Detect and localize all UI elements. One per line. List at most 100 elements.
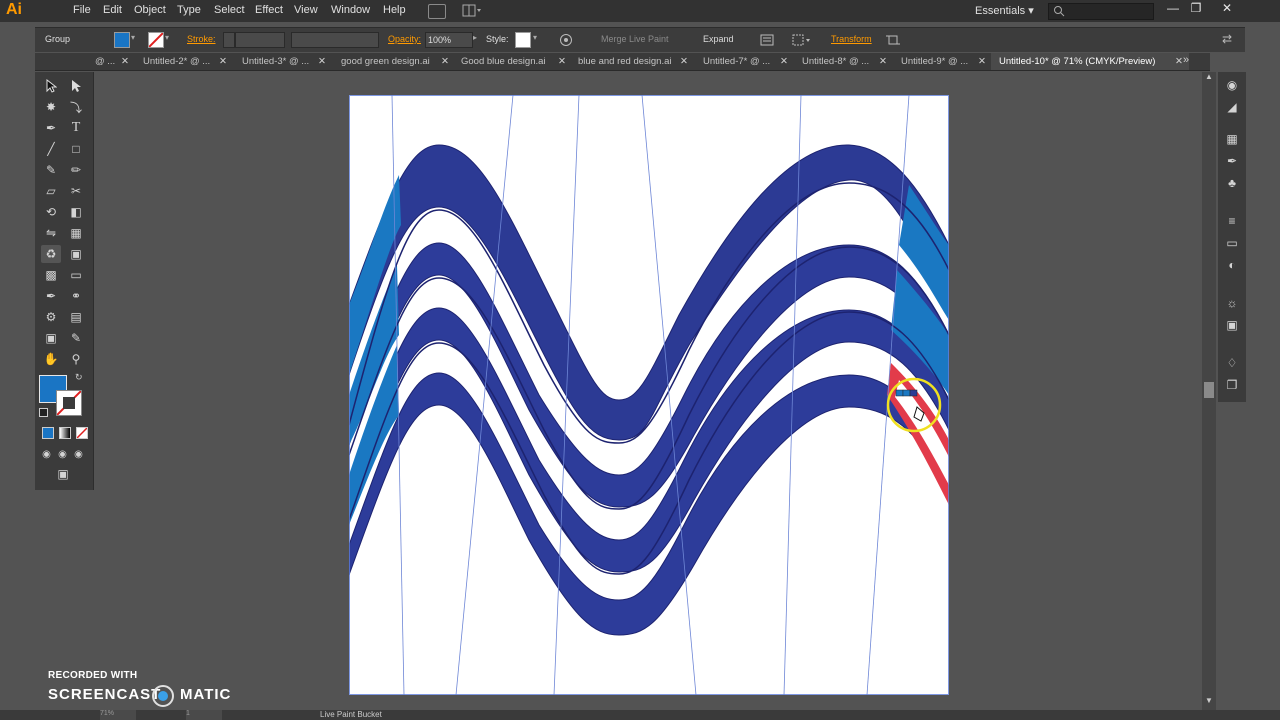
- draw-normal-icon[interactable]: ◉: [39, 445, 54, 463]
- rotate-tool-icon[interactable]: ⟲: [41, 203, 61, 221]
- workspace-switcher[interactable]: Essentials ▾: [975, 4, 1034, 17]
- pencil-tool-icon[interactable]: ✏: [66, 161, 86, 179]
- minimize-button[interactable]: —: [1164, 1, 1182, 15]
- close-icon[interactable]: ✕: [318, 53, 326, 70]
- scale-tool-icon[interactable]: ◧: [66, 203, 86, 221]
- live-paint-bucket-tool-icon[interactable]: ♻: [41, 245, 61, 263]
- lasso-tool-icon[interactable]: ⤵: [66, 98, 86, 116]
- tab-untitled-8[interactable]: Untitled-8* @ ... ✕: [802, 53, 887, 70]
- panel-menu-icon[interactable]: ⇄: [1222, 32, 1232, 46]
- stroke-color-swatch[interactable]: [56, 390, 82, 416]
- gradient-mode-icon[interactable]: [59, 427, 71, 439]
- close-icon[interactable]: ✕: [1175, 53, 1183, 70]
- tab-blue-and-red-design[interactable]: blue and red design.ai ✕: [578, 53, 689, 70]
- scroll-up-icon[interactable]: ▲: [1205, 72, 1213, 81]
- rectangle-tool-icon[interactable]: □: [66, 140, 86, 158]
- hand-tool-icon[interactable]: ✋: [41, 350, 61, 368]
- column-graph-tool-icon[interactable]: ▤: [66, 308, 86, 326]
- symbols-panel-icon[interactable]: ♣: [1223, 174, 1241, 192]
- zoom-field[interactable]: 71%: [100, 710, 136, 720]
- tab-good-blue-design[interactable]: Good blue design.ai ✕: [461, 53, 567, 70]
- gap-options-icon[interactable]: [760, 33, 774, 47]
- tab-untitled-10-active[interactable]: Untitled-10* @ 71% (CMYK/Preview) ✕: [991, 53, 1189, 70]
- align-options-icon[interactable]: [792, 33, 812, 47]
- blend-tool-icon[interactable]: ⚭: [66, 287, 86, 305]
- tab-untitled-7[interactable]: Untitled-7* @ ... ✕: [703, 53, 788, 70]
- layers-panel-icon[interactable]: ♢: [1223, 354, 1241, 372]
- arrange-documents-icon[interactable]: [462, 4, 482, 17]
- stroke-weight-field[interactable]: [235, 32, 285, 48]
- mesh-tool-icon[interactable]: ▩: [41, 266, 61, 284]
- draw-inside-icon[interactable]: ◉: [71, 445, 86, 463]
- stroke-swatch[interactable]: [148, 32, 164, 48]
- opacity-dropdown-icon[interactable]: ▸: [473, 33, 477, 42]
- close-icon[interactable]: ✕: [879, 53, 887, 70]
- color-mode-icon[interactable]: [42, 427, 54, 439]
- stroke-stepper[interactable]: [223, 32, 235, 48]
- slice-tool-icon[interactable]: ✎: [66, 329, 86, 347]
- opacity-field[interactable]: 100%: [425, 32, 473, 48]
- bridge-icon[interactable]: [428, 4, 446, 19]
- color-guide-icon[interactable]: ◢: [1223, 98, 1241, 116]
- stroke-dropdown-icon[interactable]: ▾: [165, 33, 169, 42]
- pen-tool-icon[interactable]: ✒: [41, 119, 61, 137]
- tab-untitled-9[interactable]: Untitled-9* @ ... ✕: [901, 53, 986, 70]
- line-segment-tool-icon[interactable]: ╱: [41, 140, 61, 158]
- close-icon[interactable]: ✕: [121, 53, 129, 70]
- graphic-styles-panel-icon[interactable]: ▣: [1223, 316, 1241, 334]
- recolor-artwork-icon[interactable]: [559, 33, 573, 47]
- style-dropdown-icon[interactable]: ▾: [533, 33, 537, 42]
- tab-good-green-design[interactable]: good green design.ai ✕: [341, 53, 449, 70]
- artboard-tool-icon[interactable]: ▣: [41, 329, 61, 347]
- close-icon[interactable]: ✕: [978, 53, 986, 70]
- menu-object[interactable]: Object: [134, 4, 166, 16]
- eyedropper-tool-icon[interactable]: ✒: [41, 287, 61, 305]
- close-icon[interactable]: ✕: [780, 53, 788, 70]
- page-field[interactable]: 1: [186, 710, 222, 720]
- color-panel-icon[interactable]: ◉: [1223, 76, 1241, 94]
- screen-mode-icon[interactable]: ▣: [53, 465, 73, 483]
- eraser-tool-icon[interactable]: ▱: [41, 182, 61, 200]
- fill-swatch[interactable]: [114, 32, 130, 48]
- artboards-panel-icon[interactable]: ❐: [1223, 376, 1241, 394]
- paintbrush-tool-icon[interactable]: ✎: [41, 161, 61, 179]
- scissors-tool-icon[interactable]: ✂: [66, 182, 86, 200]
- more-tabs-icon[interactable]: »: [1183, 54, 1189, 66]
- magic-wand-tool-icon[interactable]: ✸: [41, 98, 61, 116]
- fill-dropdown-icon[interactable]: ▾: [131, 33, 135, 42]
- type-tool-icon[interactable]: T: [66, 119, 86, 137]
- menu-type[interactable]: Type: [177, 4, 201, 16]
- symbol-sprayer-tool-icon[interactable]: ⚙: [41, 308, 61, 326]
- swap-fill-stroke-icon[interactable]: ↻: [75, 372, 83, 383]
- artwork-canvas[interactable]: [349, 95, 949, 695]
- default-colors-icon[interactable]: [39, 408, 48, 417]
- selection-tool-icon[interactable]: [41, 77, 61, 95]
- search-input[interactable]: [1048, 3, 1154, 20]
- expand-button[interactable]: Expand: [693, 31, 744, 47]
- wave-band-3[interactable]: [349, 307, 949, 573]
- stroke-label[interactable]: Stroke:: [187, 34, 216, 44]
- gradient-tool-icon[interactable]: ▭: [66, 266, 86, 284]
- stroke-panel-icon[interactable]: ≡: [1223, 212, 1241, 230]
- transform-link[interactable]: Transform: [831, 34, 872, 44]
- restore-button[interactable]: ❐: [1187, 1, 1205, 15]
- menu-window[interactable]: Window: [331, 4, 370, 16]
- scroll-down-icon[interactable]: ▼: [1205, 696, 1213, 705]
- zoom-tool-icon[interactable]: ⚲: [66, 350, 86, 368]
- close-icon[interactable]: ✕: [680, 53, 688, 70]
- swatches-panel-icon[interactable]: ▦: [1223, 130, 1241, 148]
- gradient-panel-icon[interactable]: ▭: [1223, 234, 1241, 252]
- scroll-thumb[interactable]: [1204, 382, 1214, 398]
- menu-help[interactable]: Help: [383, 4, 406, 16]
- tab-untitled-3[interactable]: Untitled-3* @ ... ✕: [242, 53, 326, 70]
- vertical-scrollbar[interactable]: ▲ ▼: [1202, 72, 1216, 712]
- live-paint-group[interactable]: [349, 95, 949, 695]
- merge-live-paint-button[interactable]: Merge Live Paint: [591, 31, 679, 47]
- menu-select[interactable]: Select: [214, 4, 245, 16]
- artboard[interactable]: [349, 95, 949, 695]
- close-icon[interactable]: ✕: [219, 53, 227, 70]
- none-mode-icon[interactable]: [76, 427, 88, 439]
- transparency-panel-icon[interactable]: ◐: [1223, 256, 1241, 274]
- direct-selection-tool-icon[interactable]: [66, 77, 86, 95]
- tab-document-1[interactable]: @ ... ✕: [95, 53, 129, 70]
